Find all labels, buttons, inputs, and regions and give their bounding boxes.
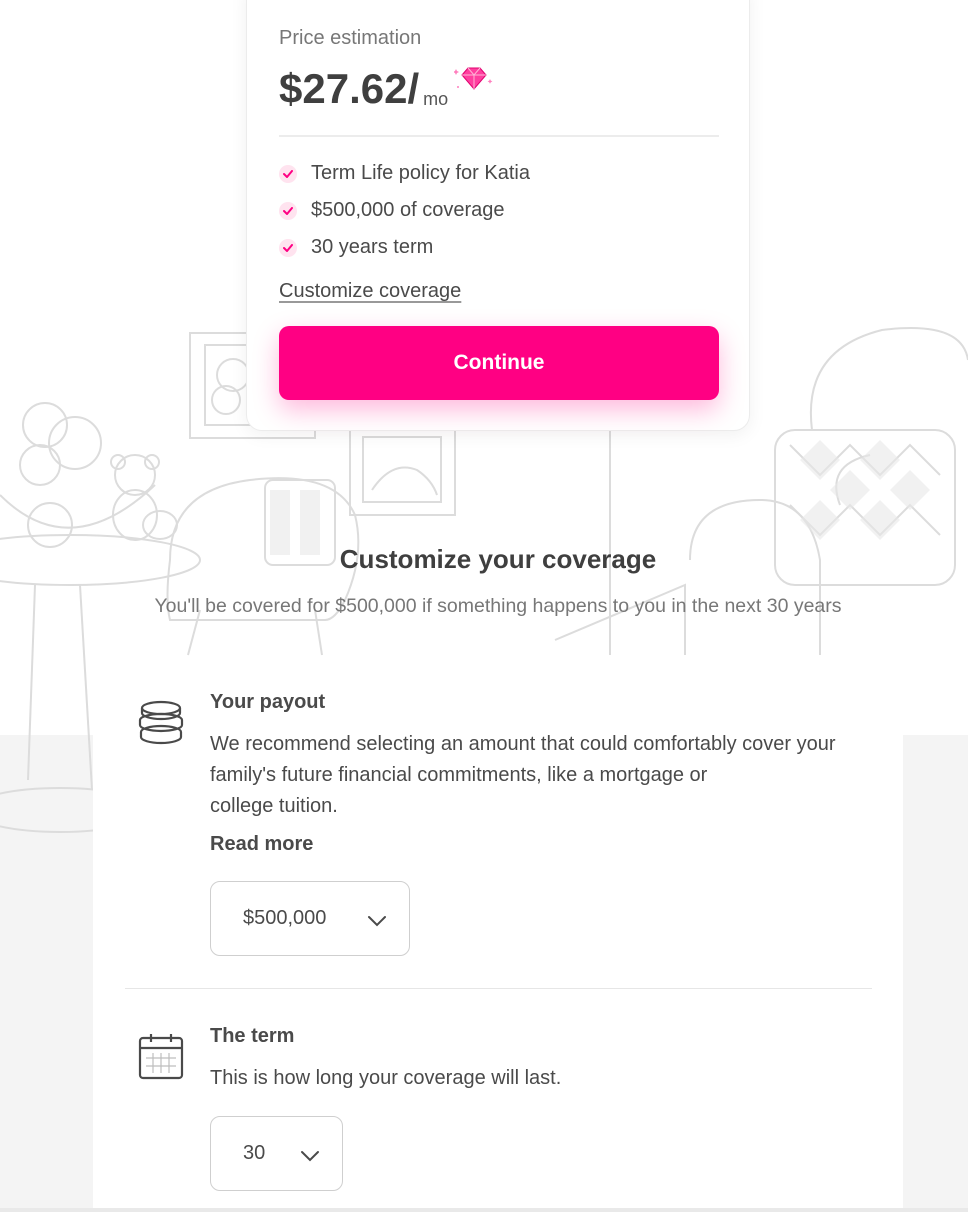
coverage-features-list: Term Life policy for Katia $500,000 of c…	[279, 155, 530, 266]
customize-coverage-link[interactable]: Customize coverage	[279, 280, 461, 303]
continue-button[interactable]: Continue	[279, 326, 719, 400]
payout-description-line: college tuition.	[210, 795, 338, 817]
customize-title: Customize your coverage	[339, 544, 657, 574]
feature-item: $500,000 of coverage	[279, 192, 530, 229]
gem-icon	[453, 63, 494, 102]
payout-description-line: We recommend selecting an amount that co…	[210, 733, 836, 755]
term-title: The term	[210, 1025, 295, 1047]
price-divider	[279, 135, 719, 137]
check-icon	[279, 164, 297, 183]
term-selected-value: 30	[243, 1142, 266, 1164]
page-bottom-border	[0, 1208, 968, 1212]
feature-item: 30 years term	[279, 229, 530, 266]
payout-description-line: family's future financial commitments, l…	[210, 764, 708, 786]
calendar-icon	[137, 1032, 185, 1087]
payout-description: We recommend selecting an amount that co…	[210, 729, 875, 822]
price-estimation-label: Price estimation	[279, 27, 422, 49]
payout-title: Your payout	[210, 691, 326, 713]
feature-label: Term Life policy for Katia	[311, 162, 530, 184]
feature-label: $500,000 of coverage	[311, 199, 505, 221]
feature-item: Term Life policy for Katia	[279, 155, 530, 192]
customize-subtitle: You'll be covered for $500,000 if someth…	[154, 595, 842, 617]
payout-amount-select[interactable]: $500,000	[210, 881, 410, 956]
chevron-down-icon	[300, 1145, 320, 1168]
coverage-options-card: Your payout We recommend selecting an am…	[93, 656, 903, 1212]
price-row: $27.62/ mo	[279, 63, 494, 112]
price-estimation-card: Price estimation $27.62/ mo Term Life po…	[246, 0, 750, 431]
payout-selected-value: $500,000	[243, 907, 327, 929]
feature-label: 30 years term	[311, 236, 434, 258]
term-description: This is how long your coverage will last…	[210, 1067, 562, 1089]
coins-stack-icon	[137, 700, 185, 757]
price-unit: mo	[423, 89, 449, 109]
monthly-price: $27.62/	[279, 65, 420, 112]
options-divider	[125, 988, 872, 989]
check-icon	[279, 238, 297, 257]
term-years-select[interactable]: 30	[210, 1116, 343, 1191]
chevron-down-icon	[367, 910, 387, 933]
check-icon	[279, 201, 297, 220]
read-more-link[interactable]: Read more	[210, 833, 313, 856]
